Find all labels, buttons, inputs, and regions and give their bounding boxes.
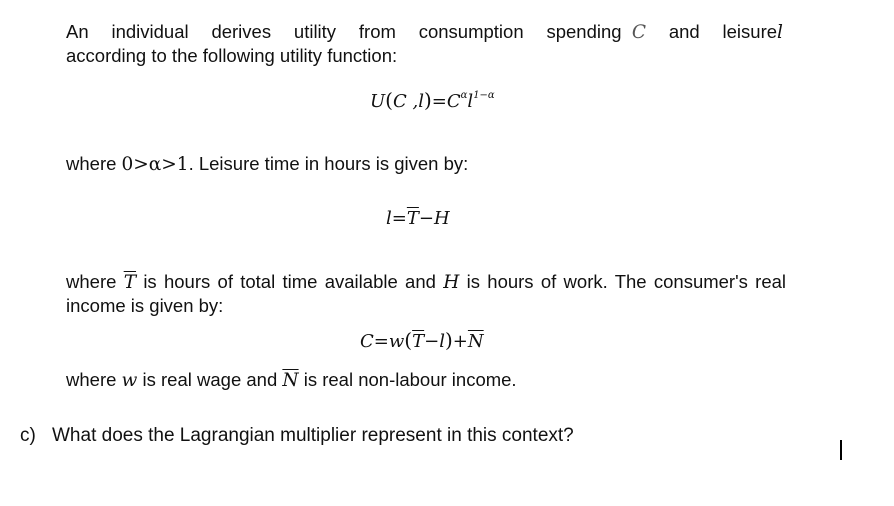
word-leisure: leisurel xyxy=(723,20,783,44)
variable-N-bar: N xyxy=(282,370,299,391)
word: individual xyxy=(111,21,189,42)
paren-open: ( xyxy=(404,328,413,352)
wage-definition: where w is real wage and N is real non-l… xyxy=(66,368,517,392)
paren-close: ) xyxy=(444,328,453,352)
formula-base-C: C xyxy=(446,91,461,112)
utility-formula: U(C ,l)=Cαl1−α xyxy=(370,88,495,112)
variable-T-bar: T xyxy=(123,272,137,293)
leisure-text: leisure xyxy=(722,21,778,42)
intro-line-2: according to the following utility funct… xyxy=(66,45,398,66)
formula-H: H xyxy=(433,208,450,229)
text-cursor-icon xyxy=(840,440,842,460)
non-labour-text: is real non-labour income. xyxy=(298,369,517,390)
formula-minus: − xyxy=(424,331,440,352)
formula-U: U xyxy=(370,91,386,112)
formula-exp-1-minus-alpha: 1−α xyxy=(473,90,495,101)
formula-eq: = xyxy=(373,331,389,352)
formula-eq: = xyxy=(431,91,447,112)
wage-text: is real wage and xyxy=(137,369,283,390)
word-and: and xyxy=(668,21,700,42)
question-text: What does the Lagrangian multiplier repr… xyxy=(52,425,574,446)
where-text: where xyxy=(66,369,122,390)
formula-T-bar: T xyxy=(406,208,419,229)
word: spending C xyxy=(546,20,646,44)
condition-text: 0>α>1 xyxy=(121,154,189,175)
formula-C: C xyxy=(360,331,374,352)
word: An xyxy=(66,21,89,42)
word: derives xyxy=(211,21,272,42)
alpha-condition: where 0>α>1. Leisure time in hours is gi… xyxy=(66,152,468,176)
word: utility xyxy=(293,21,337,42)
leisure-formula: l=T−H xyxy=(386,208,450,229)
income-formula: C=w(T−l)+N xyxy=(360,328,484,352)
variable-l: l xyxy=(777,22,783,43)
question-c: c) What does the Lagrangian multiplier re… xyxy=(20,424,574,448)
time-definition: where T is hours of total time available… xyxy=(66,270,786,317)
question-label: c) xyxy=(20,425,36,446)
variable-w: w xyxy=(121,370,138,391)
variable-H: H xyxy=(443,272,460,293)
formula-args: C ,l xyxy=(392,91,424,112)
alpha-inequality: 0>α>1 xyxy=(122,154,189,175)
formula-plus: + xyxy=(452,331,468,352)
word-spending: spending xyxy=(546,21,622,42)
variable-C: C xyxy=(631,22,646,43)
leisure-intro-text: . Leisure time in hours is given by: xyxy=(188,153,469,174)
word: consumption xyxy=(418,21,524,42)
time-text: is hours of total time available and xyxy=(136,271,444,292)
formula-w: w xyxy=(388,331,405,352)
word: from xyxy=(358,21,396,42)
formula-T-bar: T xyxy=(412,331,425,352)
formula-eq: = xyxy=(391,208,407,229)
intro-line-1: An individual derives utility from consu… xyxy=(66,20,783,44)
where-text: where xyxy=(66,271,124,292)
formula-N-bar: N xyxy=(467,331,484,352)
paren-open: ( xyxy=(385,88,393,112)
paren-close: ) xyxy=(423,88,432,112)
where-text: where xyxy=(66,153,122,174)
formula-minus: − xyxy=(418,208,434,229)
intro-paragraph: An individual derives utility from consu… xyxy=(66,20,783,67)
